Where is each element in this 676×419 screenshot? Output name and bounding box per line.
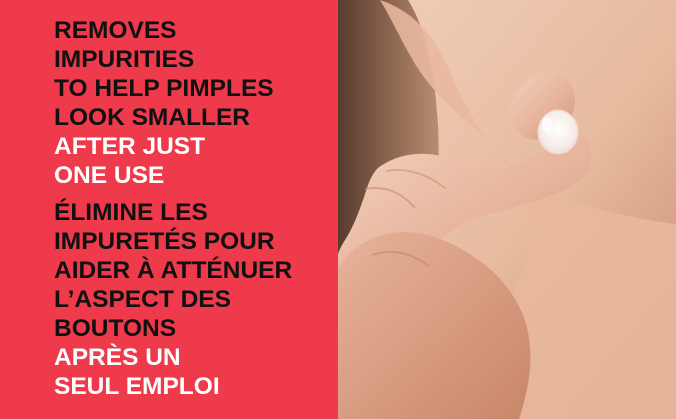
english-white-line-2: ONE USE (54, 162, 165, 189)
patch-highlight (542, 117, 552, 133)
french-white-line-1: APRÈS UN (54, 344, 181, 371)
english-black-line-4: LOOK SMALLER (54, 104, 250, 131)
english-black-line-1: REMOVES (54, 17, 177, 44)
headline-copy: REMOVES IMPURITIES TO HELP PIMPLES LOOK … (54, 16, 324, 401)
product-photo (338, 0, 676, 419)
red-text-panel: REMOVES IMPURITIES TO HELP PIMPLES LOOK … (0, 0, 338, 419)
french-black-line-3: AIDER À ATTÉNUER (54, 257, 293, 284)
english-white-line-1: AFTER JUST (54, 133, 206, 160)
english-black-line-2: IMPURITIES (54, 46, 195, 73)
french-black-line-2: IMPURETÉS POUR (54, 228, 275, 255)
patch (537, 109, 579, 155)
french-black-line-5: BOUTONS (54, 315, 177, 342)
english-black-line-3: TO HELP PIMPLES (54, 75, 274, 102)
french-black-line-1: ÉLIMINE LES (54, 199, 208, 226)
skin-photo-illustration (338, 0, 676, 419)
language-gap (54, 190, 324, 198)
french-black-line-4: L’ASPECT DES (54, 286, 231, 313)
ad-frame: REMOVES IMPURITIES TO HELP PIMPLES LOOK … (0, 0, 676, 419)
french-white-line-2: SEUL EMPLOI (54, 373, 220, 400)
